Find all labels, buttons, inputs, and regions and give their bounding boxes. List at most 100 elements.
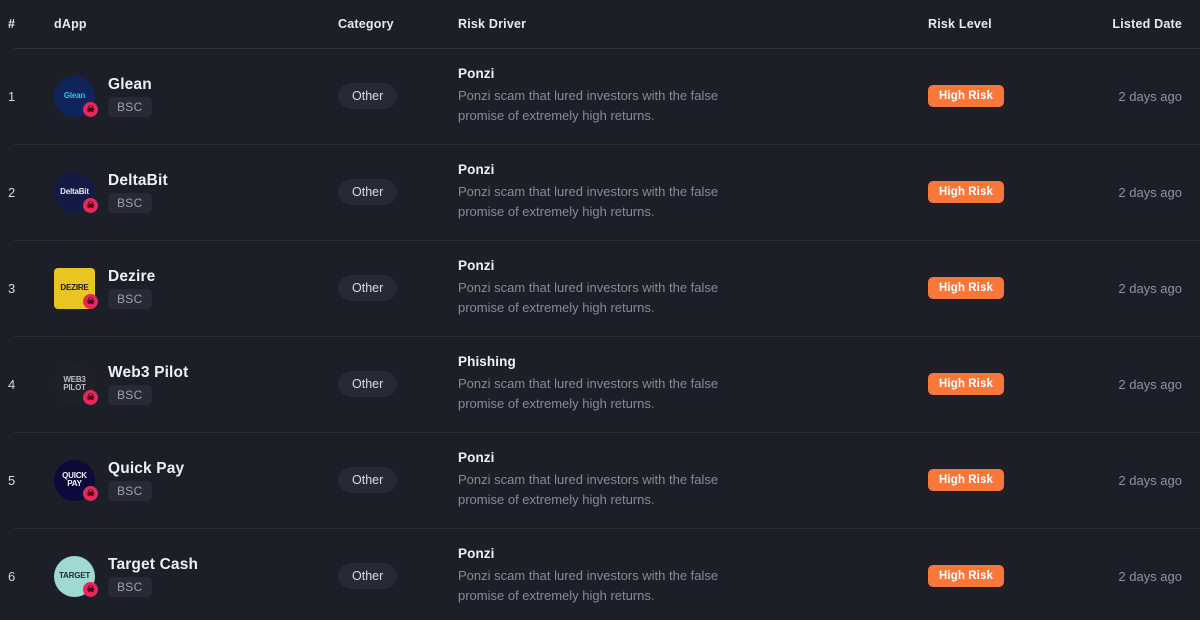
listed-date: 2 days ago xyxy=(1118,280,1182,296)
risk-level-cell: High Risk xyxy=(928,373,1080,395)
risk-level-cell: High Risk xyxy=(928,469,1080,491)
dapp-cell[interactable]: QUICK PAY ☠ Quick Pay BSC xyxy=(46,459,338,501)
category-cell: Other xyxy=(338,467,458,493)
risk-level-cell: High Risk xyxy=(928,277,1080,299)
category-cell: Other xyxy=(338,563,458,589)
row-index: 3 xyxy=(8,280,16,296)
skull-icon: ☠ xyxy=(83,581,98,597)
category-cell: Other xyxy=(338,275,458,301)
status-badge[interactable]: High Risk xyxy=(928,85,1004,107)
risk-driver-title: Ponzi xyxy=(458,450,495,465)
category-pill[interactable]: Other xyxy=(338,371,398,397)
risk-driver-cell: Ponzi Ponzi scam that lured investors wi… xyxy=(458,162,928,222)
risk-driver-description: Ponzi scam that lured investors with the… xyxy=(458,184,719,219)
category-cell: Other xyxy=(338,179,458,205)
skull-icon: ☠ xyxy=(83,197,98,213)
dapp-meta: Web3 Pilot BSC xyxy=(108,364,188,405)
column-header-index[interactable]: # xyxy=(0,17,46,31)
category-cell: Other xyxy=(338,371,458,397)
chain-badge: BSC xyxy=(108,96,152,117)
dapp-name: Quick Pay xyxy=(108,459,185,477)
column-header-risk-level[interactable]: Risk Level xyxy=(928,17,1080,31)
risk-driver-cell: Ponzi Ponzi scam that lured investors wi… xyxy=(458,450,928,510)
column-header-dapp[interactable]: dApp xyxy=(46,17,338,31)
risk-driver-title: Phishing xyxy=(458,354,516,369)
status-badge[interactable]: High Risk xyxy=(928,373,1004,395)
risk-driver-description: Ponzi scam that lured investors with the… xyxy=(458,376,719,411)
dapp-cell[interactable]: Glean ☠ Glean BSC xyxy=(46,75,338,117)
category-pill[interactable]: Other xyxy=(338,83,398,109)
skull-icon: ☠ xyxy=(83,389,98,405)
row-index: 6 xyxy=(8,568,16,584)
listed-date: 2 days ago xyxy=(1118,88,1182,104)
chain-badge: BSC xyxy=(108,288,152,309)
dapp-name: DeltaBit xyxy=(108,171,168,189)
dapp-meta: Dezire BSC xyxy=(108,268,155,309)
listed-date: 2 days ago xyxy=(1118,376,1182,392)
risk-driver-cell: Ponzi Ponzi scam that lured investors wi… xyxy=(458,258,928,318)
risk-driver-title: Ponzi xyxy=(458,258,495,273)
dapp-meta: DeltaBit BSC xyxy=(108,172,168,213)
dapp-cell[interactable]: DeltaBit ☠ DeltaBit BSC xyxy=(46,171,338,213)
dapp-name: Dezire xyxy=(108,267,156,285)
status-badge[interactable]: High Risk xyxy=(928,277,1004,299)
chain-badge: BSC xyxy=(108,384,152,405)
skull-icon: ☠ xyxy=(83,485,98,501)
chain-badge: BSC xyxy=(108,192,152,213)
table-row[interactable]: 2 DeltaBit ☠ DeltaBit BSC Other Ponzi Po… xyxy=(0,144,1200,240)
skull-icon: ☠ xyxy=(83,293,98,309)
dapp-cell[interactable]: WEB3 PILOT ☠ Web3 Pilot BSC xyxy=(46,363,338,405)
table-row[interactable]: 5 QUICK PAY ☠ Quick Pay BSC Other Ponzi … xyxy=(0,432,1200,528)
dapp-cell[interactable]: DEZIRE ☠ Dezire BSC xyxy=(46,267,338,309)
risk-level-cell: High Risk xyxy=(928,85,1080,107)
dapp-meta: Quick Pay BSC xyxy=(108,460,184,501)
status-badge[interactable]: High Risk xyxy=(928,565,1004,587)
status-badge[interactable]: High Risk xyxy=(928,181,1004,203)
row-index: 5 xyxy=(8,472,16,488)
skull-icon: ☠ xyxy=(83,101,98,117)
column-header-category[interactable]: Category xyxy=(338,17,458,31)
risk-driver-cell: Phishing Ponzi scam that lured investors… xyxy=(458,354,928,414)
dapp-cell[interactable]: TARGET ☠ Target Cash BSC xyxy=(46,555,338,597)
dapp-name: Target Cash xyxy=(108,555,199,573)
chain-badge: BSC xyxy=(108,576,152,597)
risk-driver-title: Ponzi xyxy=(458,546,495,561)
dapp-logo: DeltaBit ☠ xyxy=(54,171,98,213)
column-header-listed-date[interactable]: Listed Date xyxy=(1080,17,1200,31)
risk-driver-description: Ponzi scam that lured investors with the… xyxy=(458,88,719,123)
risk-level-cell: High Risk xyxy=(928,181,1080,203)
table-row[interactable]: 1 Glean ☠ Glean BSC Other Ponzi Ponzi sc… xyxy=(0,48,1200,144)
dapp-risk-table: # dApp Category Risk Driver Risk Level L… xyxy=(0,0,1200,620)
risk-driver-description: Ponzi scam that lured investors with the… xyxy=(458,280,719,315)
chain-badge: BSC xyxy=(108,480,152,501)
dapp-name: Web3 Pilot xyxy=(108,363,189,381)
table-row[interactable]: 3 DEZIRE ☠ Dezire BSC Other Ponzi Ponzi … xyxy=(0,240,1200,336)
row-index: 2 xyxy=(8,184,16,200)
column-header-risk-driver[interactable]: Risk Driver xyxy=(458,17,928,31)
table-row[interactable]: 4 WEB3 PILOT ☠ Web3 Pilot BSC Other Phis… xyxy=(0,336,1200,432)
category-pill[interactable]: Other xyxy=(338,563,398,589)
risk-driver-cell: Ponzi Ponzi scam that lured investors wi… xyxy=(458,546,928,606)
category-pill[interactable]: Other xyxy=(338,275,398,301)
risk-driver-description: Ponzi scam that lured investors with the… xyxy=(458,568,719,603)
risk-driver-title: Ponzi xyxy=(458,162,495,177)
risk-driver-cell: Ponzi Ponzi scam that lured investors wi… xyxy=(458,66,928,126)
table-body: 1 Glean ☠ Glean BSC Other Ponzi Ponzi sc… xyxy=(0,48,1200,620)
dapp-logo: TARGET ☠ xyxy=(54,555,98,597)
dapp-meta: Target Cash BSC xyxy=(108,556,198,597)
category-pill[interactable]: Other xyxy=(338,179,398,205)
listed-date: 2 days ago xyxy=(1118,472,1182,488)
dapp-logo: WEB3 PILOT ☠ xyxy=(54,363,98,405)
listed-date: 2 days ago xyxy=(1118,184,1182,200)
category-cell: Other xyxy=(338,83,458,109)
risk-level-cell: High Risk xyxy=(928,565,1080,587)
listed-date: 2 days ago xyxy=(1118,568,1182,584)
dapp-logo: QUICK PAY ☠ xyxy=(54,459,98,501)
status-badge[interactable]: High Risk xyxy=(928,469,1004,491)
risk-driver-title: Ponzi xyxy=(458,66,495,81)
dapp-name: Glean xyxy=(108,75,152,93)
table-row[interactable]: 6 TARGET ☠ Target Cash BSC Other Ponzi P… xyxy=(0,528,1200,620)
row-index: 4 xyxy=(8,376,16,392)
category-pill[interactable]: Other xyxy=(338,467,398,493)
dapp-logo: Glean ☠ xyxy=(54,75,98,117)
